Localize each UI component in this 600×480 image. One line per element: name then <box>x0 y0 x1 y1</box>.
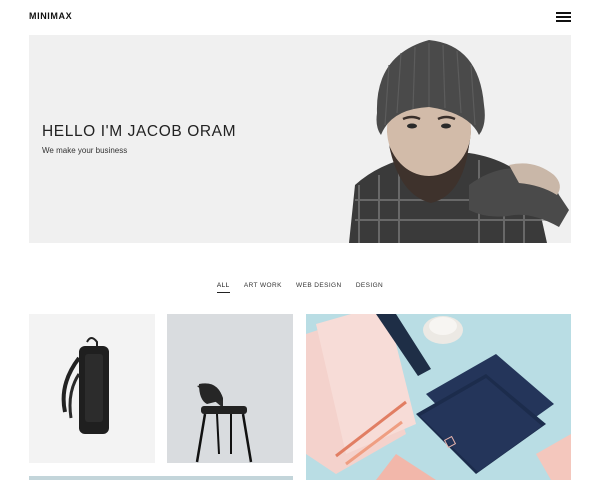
portfolio-item-partial[interactable] <box>29 476 293 480</box>
filter-all[interactable]: ALL <box>216 282 230 293</box>
menu-line <box>556 12 571 14</box>
hero-banner: HELLO I'M JACOB ORAM We make your busine… <box>29 35 571 243</box>
chair-image <box>195 383 253 463</box>
filter-web-design[interactable]: WEB DESIGN <box>296 282 342 292</box>
hamburger-menu-icon[interactable] <box>556 11 572 23</box>
portrait-image <box>349 40 569 243</box>
portfolio-item-backpack[interactable] <box>29 314 155 463</box>
portfolio-item-stationery[interactable] <box>306 314 571 480</box>
portfolio-filter-bar: ALL ART WORK WEB DESIGN DESIGN <box>0 282 600 293</box>
site-logo[interactable]: MINIMAX <box>29 11 72 21</box>
stationery-image <box>306 314 571 480</box>
hero-subtitle: We make your business <box>42 146 128 155</box>
site-header: MINIMAX <box>0 0 600 34</box>
menu-line <box>556 16 571 18</box>
hero-title: HELLO I'M JACOB ORAM <box>42 123 237 140</box>
portfolio-item-chair[interactable] <box>167 314 293 463</box>
filter-art-work[interactable]: ART WORK <box>244 282 282 292</box>
menu-line <box>556 20 571 22</box>
filter-design[interactable]: DESIGN <box>356 282 383 292</box>
backpack-image <box>61 337 109 434</box>
